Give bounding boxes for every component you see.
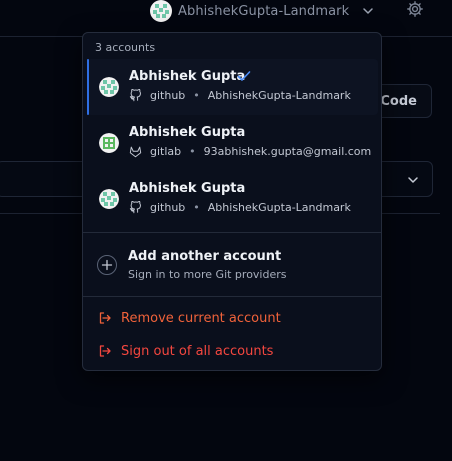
account-provider: github — [150, 201, 186, 214]
gitlab-icon — [129, 146, 142, 158]
sign-out-all-button[interactable]: Sign out of all accounts — [87, 337, 378, 365]
account-identifier: AbhishekGupta-Landmark — [207, 89, 351, 102]
account-count-header: 3 accounts — [95, 41, 156, 54]
identicon-avatar-icon — [99, 189, 119, 209]
chevron-down-icon — [363, 8, 374, 14]
separator-dot: • — [189, 145, 196, 158]
account-name: Abhishek Gupta — [129, 125, 246, 140]
app-page: AbhishekGupta-Landmark Code 3 accounts A… — [0, 0, 452, 461]
sign-out-icon — [99, 312, 111, 324]
remove-current-account-label: Remove current account — [121, 310, 281, 326]
identicon-avatar-icon — [99, 133, 119, 153]
chevron-down-icon — [408, 177, 418, 183]
menu-divider — [83, 232, 381, 233]
sign-out-all-label: Sign out of all accounts — [121, 343, 274, 359]
menu-divider — [83, 296, 381, 297]
add-account-title: Add another account — [128, 249, 282, 264]
account-provider: github — [150, 89, 186, 102]
active-indicator — [87, 59, 89, 115]
account-identifier: 93abhishek.gupta@gmail.com — [203, 145, 372, 158]
account-identifier: AbhishekGupta-Landmark — [207, 201, 351, 214]
separator-dot: • — [193, 89, 200, 102]
account-meta: gitlab • 93abhishek.gupta@gmail.com — [129, 145, 371, 158]
remove-current-account-button[interactable]: Remove current account — [87, 304, 378, 332]
account-menu: 3 accounts Abhishek Gupta github • Abhis… — [82, 32, 382, 371]
gear-icon[interactable] — [406, 0, 424, 18]
sign-out-icon — [99, 345, 111, 357]
account-switcher-name: AbhishekGupta-Landmark — [178, 3, 350, 19]
account-meta: github • AbhishekGupta-Landmark — [129, 201, 351, 214]
account-meta: github • AbhishekGupta-Landmark — [129, 89, 351, 102]
identicon-avatar-icon — [99, 77, 119, 97]
github-icon — [129, 89, 141, 102]
github-icon — [129, 201, 141, 214]
add-account-subtitle: Sign in to more Git providers — [128, 268, 287, 281]
check-icon — [237, 71, 251, 81]
add-account-button[interactable]: Add another account Sign in to more Git … — [87, 239, 378, 293]
account-item-gitlab[interactable]: Abhishek Gupta gitlab • 93abhishek.gupta… — [87, 115, 378, 171]
account-switcher-button[interactable]: AbhishekGupta-Landmark — [150, 0, 375, 22]
account-name: Abhishek Gupta — [129, 181, 246, 196]
account-name: Abhishek Gupta — [129, 69, 246, 84]
plus-circle-icon — [97, 255, 117, 275]
account-provider: gitlab — [150, 145, 182, 158]
account-item-github[interactable]: Abhishek Gupta github • AbhishekGupta-La… — [87, 171, 378, 227]
account-item-github-active[interactable]: Abhishek Gupta github • AbhishekGupta-La… — [87, 59, 378, 115]
identicon-avatar-icon — [150, 0, 172, 22]
separator-dot: • — [193, 201, 200, 214]
